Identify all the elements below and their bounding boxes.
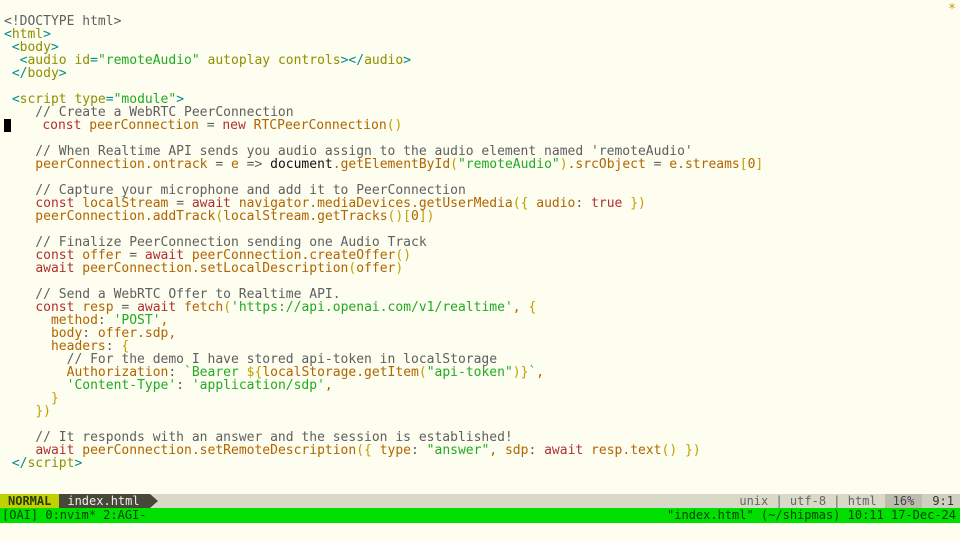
position-indicator: 9:1	[922, 494, 960, 508]
code-text: await peerConnection.setLocalDescription…	[4, 261, 403, 276]
vim-statusline: NORMAL index.html unix | utf-8 | html 16…	[0, 494, 960, 508]
code-text: peerConnection.addTrack(localStream.getT…	[4, 209, 435, 224]
code-text: peerConnection.ontrack = e => document.g…	[4, 157, 763, 172]
code-text: </script>	[4, 456, 82, 471]
encoding-indicator: unix | utf-8 | html	[731, 494, 884, 508]
code-editor[interactable]: <!DOCTYPE html> <html> <body> <audio id=…	[0, 0, 960, 470]
code-text: const peerConnection = new RTCPeerConnec…	[11, 118, 402, 133]
code-text: await peerConnection.setRemoteDescriptio…	[4, 443, 701, 458]
tmux-statusline: [OAI] 0:nvim* 2:AGI- "index.html" (~/shi…	[0, 508, 960, 523]
tmux-session: [OAI] 0:nvim* 2:AGI-	[0, 508, 147, 523]
mode-indicator: NORMAL	[0, 494, 59, 508]
separator-icon	[150, 494, 158, 508]
filename-indicator: index.html	[59, 494, 149, 508]
tmux-right: "index.html" (~/shipmas) 10:11 17-Dec-24	[667, 508, 960, 523]
mark-icon: *	[948, 2, 956, 17]
code-text: </body>	[4, 66, 67, 81]
percent-indicator: 16%	[885, 494, 923, 508]
